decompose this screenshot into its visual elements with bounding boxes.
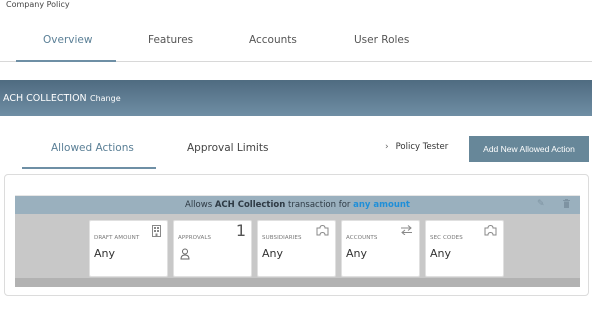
rule-amount-link[interactable]: any amount — [353, 200, 410, 210]
rule-transaction-type: ACH Collection — [214, 200, 286, 210]
approvals-count: 1 — [235, 221, 246, 240]
accounts-value: Any — [346, 247, 368, 260]
tab-allowed-actions[interactable]: Allowed Actions — [51, 142, 134, 154]
rule-prefix: Allows — [185, 200, 215, 210]
subsidiaries-card[interactable]: SUBSIDIARIES Any — [257, 220, 336, 277]
page: Company Policy Overview Features Account… — [0, 0, 592, 314]
chevron-right-icon: › — [385, 142, 389, 152]
top-tab-bar: Overview Features Accounts User Roles — [0, 30, 592, 62]
allowed-action-rule: Allows ACH Collection transaction for an… — [15, 195, 580, 287]
tab-accounts[interactable]: Accounts — [249, 34, 297, 46]
sec-codes-label: SEC CODES — [430, 235, 463, 241]
subsidiaries-label: SUBSIDIARIES — [262, 235, 302, 241]
breadcrumb: Company Policy — [6, 0, 70, 9]
approvals-card[interactable]: APPROVALS 1 — [173, 220, 252, 277]
policy-tester-label: Policy Tester — [395, 142, 449, 152]
rule-footer — [15, 278, 580, 287]
tab-user-roles[interactable]: User Roles — [354, 34, 409, 46]
active-tab-indicator — [16, 60, 116, 62]
tab-overview[interactable]: Overview — [43, 34, 92, 46]
sub-tab-bar: Allowed Actions Approval Limits › Policy … — [0, 136, 592, 170]
policy-header-bar: ACH COLLECTION Change — [0, 80, 592, 116]
subsidiaries-value: Any — [262, 247, 284, 260]
puzzle-icon — [484, 224, 497, 239]
rule-summary: Allows ACH Collection transaction for an… — [15, 196, 580, 214]
trash-icon-svg — [563, 199, 570, 208]
tab-approval-limits[interactable]: Approval Limits — [187, 142, 268, 154]
change-policy-link[interactable]: Change — [90, 94, 121, 103]
sec-codes-value: Any — [430, 247, 452, 260]
draft-amount-card[interactable]: DRAFT AMOUNT Any — [89, 220, 168, 277]
accounts-label: ACCOUNTS — [346, 235, 378, 241]
draft-amount-label: DRAFT AMOUNT — [94, 235, 140, 241]
add-allowed-action-button[interactable]: Add New Allowed Action — [469, 136, 589, 162]
accounts-card[interactable]: ACCOUNTS Any — [341, 220, 420, 277]
edit-pencil-icon[interactable]: ✎ — [537, 199, 545, 209]
puzzle-icon — [316, 224, 329, 239]
trash-icon[interactable] — [563, 199, 570, 211]
rule-middle: transaction for — [285, 200, 354, 210]
policy-tester-link[interactable]: › Policy Tester — [385, 142, 448, 152]
transfer-icon — [400, 225, 413, 238]
building-icon — [152, 225, 161, 240]
allowed-actions-panel: Allows ACH Collection transaction for an… — [4, 174, 589, 296]
approvals-label: APPROVALS — [178, 235, 212, 241]
draft-amount-value: Any — [94, 247, 116, 260]
sec-codes-card[interactable]: SEC CODES Any — [425, 220, 504, 277]
policy-name: ACH COLLECTION — [3, 93, 87, 104]
active-subtab-indicator — [22, 167, 156, 169]
user-icon — [180, 245, 190, 260]
tab-features[interactable]: Features — [148, 34, 193, 46]
